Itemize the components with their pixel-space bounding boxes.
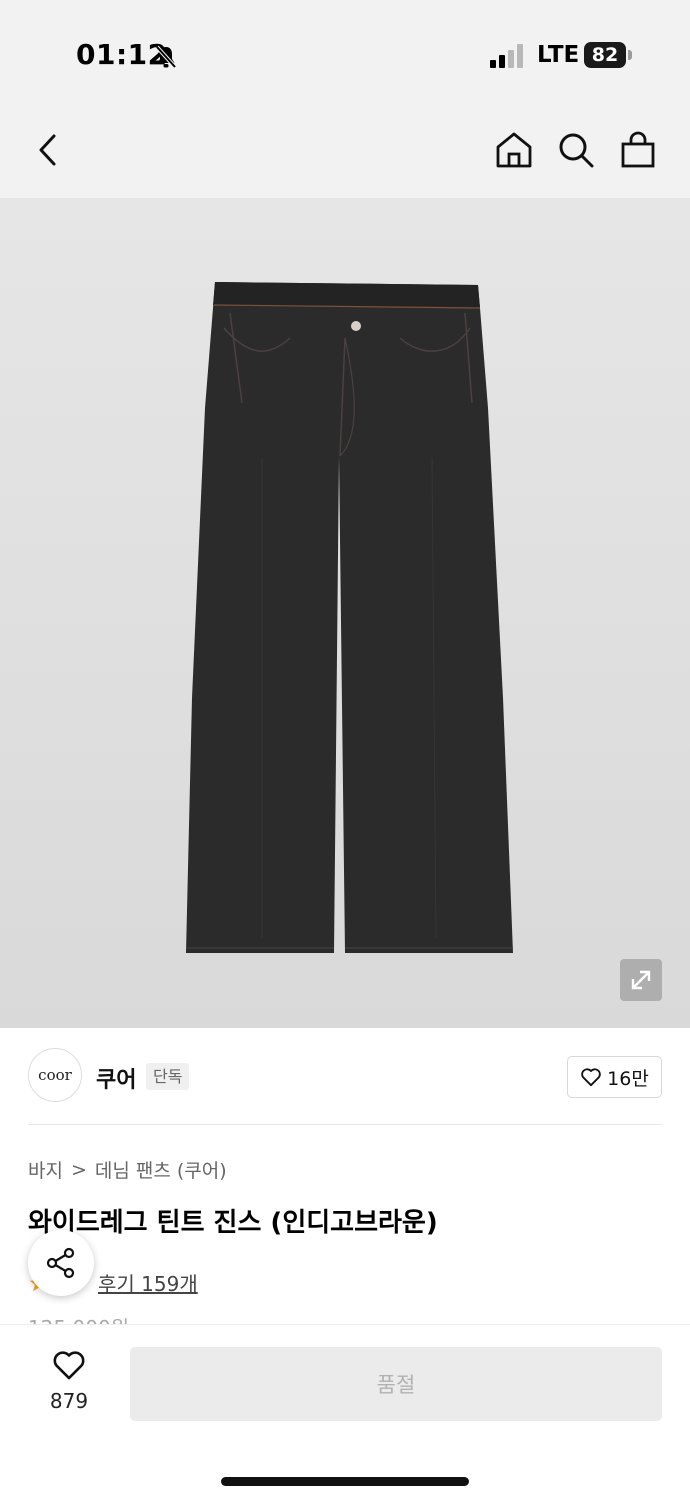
brand-logo[interactable]: coor bbox=[28, 1048, 82, 1102]
breadcrumb-separator: > bbox=[70, 1158, 87, 1181]
battery-icon: 82 bbox=[584, 42, 626, 68]
wishlist-count: 879 bbox=[49, 1389, 89, 1413]
breadcrumb-subcategory[interactable]: 데님 팬츠 (쿠어) bbox=[95, 1156, 227, 1183]
share-icon bbox=[46, 1247, 75, 1279]
product-title: 와이드레그 틴트 진스 (인디고브라운) bbox=[28, 1208, 438, 1238]
carrier-label: LTE bbox=[537, 42, 580, 68]
heart-icon bbox=[53, 1351, 85, 1380]
product-image[interactable] bbox=[0, 198, 690, 1028]
share-button[interactable] bbox=[28, 1230, 94, 1296]
heart-icon bbox=[581, 1068, 601, 1087]
jeans-image bbox=[186, 282, 513, 953]
bell-muted-icon bbox=[154, 44, 178, 74]
exclusive-badge: 단독 bbox=[146, 1063, 190, 1090]
brand-name[interactable]: 쿠어 bbox=[96, 1062, 136, 1094]
chevron-left-icon bbox=[39, 134, 56, 166]
wishlist-button[interactable]: 879 bbox=[38, 1349, 100, 1419]
home-indicator bbox=[221, 1477, 469, 1486]
soldout-button[interactable]: 품절 bbox=[130, 1347, 662, 1421]
search-icon bbox=[559, 133, 594, 168]
home-button[interactable] bbox=[494, 130, 534, 170]
breadcrumb-category[interactable]: 바지 bbox=[28, 1156, 63, 1183]
search-button[interactable] bbox=[556, 130, 596, 170]
back-button[interactable] bbox=[28, 130, 68, 170]
battery-tip bbox=[628, 50, 632, 60]
nav-bar bbox=[0, 100, 690, 198]
brand-like-button[interactable]: 16만 bbox=[567, 1056, 662, 1098]
breadcrumb: 바지 > 데님 팬츠 (쿠어) bbox=[28, 1156, 227, 1183]
status-bar: 01:12 LTE 82 bbox=[0, 0, 690, 100]
bottom-action-bar: 879 품절 bbox=[0, 1324, 690, 1500]
shopping-bag-icon bbox=[621, 131, 655, 168]
cart-button[interactable] bbox=[618, 130, 658, 170]
cellular-signal-icon bbox=[490, 44, 523, 68]
expand-icon bbox=[631, 970, 651, 990]
brand-row: coor 쿠어 단독 16만 bbox=[28, 1048, 662, 1104]
review-link[interactable]: 후기 159개 bbox=[98, 1268, 198, 1297]
expand-image-button[interactable] bbox=[620, 959, 662, 1001]
brand-like-count: 16만 bbox=[607, 1067, 649, 1090]
divider bbox=[28, 1124, 662, 1125]
home-icon bbox=[496, 132, 532, 168]
